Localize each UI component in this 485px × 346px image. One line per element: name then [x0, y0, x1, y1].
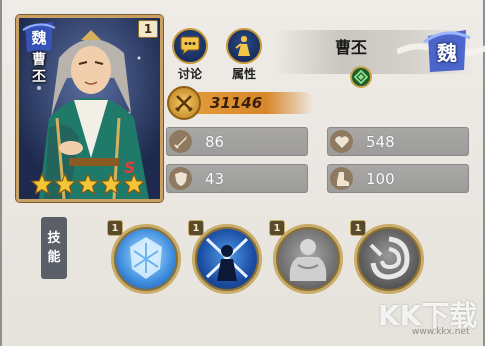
faction-badge-large: 魏 [422, 26, 472, 76]
hero-card[interactable]: S 魏 1 曹丕 [16, 15, 163, 202]
site-watermark-url: www.kkx.net [412, 327, 470, 337]
speed-value: 100 [366, 170, 395, 188]
skill-level-badge: 1 [350, 220, 366, 236]
sword-icon [169, 130, 192, 153]
whirl-claw-skill-icon [369, 236, 410, 280]
discuss-label: 讨论 [177, 67, 202, 81]
skill-level-badge: 1 [269, 220, 285, 236]
skill-slot-3[interactable]: 1 [269, 220, 345, 296]
skill-level-badge: 1 [107, 220, 123, 236]
boot-icon [330, 167, 353, 190]
stat-defense: 43 [166, 164, 308, 193]
hero-detail-panel: S 魏 1 曹丕 讨论 属性 曹丕 魏 31146 86 548 43 100 … [0, 0, 485, 346]
hp-value: 548 [366, 133, 395, 151]
skill-slot-1[interactable]: 1 [107, 220, 183, 296]
discuss-button[interactable]: 讨论 [171, 28, 209, 82]
faction-text: 魏 [31, 28, 47, 47]
attack-value: 86 [205, 133, 225, 151]
stat-attack: 86 [166, 127, 308, 156]
skills-label-char: 能 [47, 250, 61, 265]
defense-value: 43 [205, 170, 225, 188]
shield-icon [169, 167, 192, 190]
card-hero-name: 曹丕 [32, 52, 46, 85]
star-icon [31, 173, 53, 195]
card-level-badge: 1 [138, 20, 158, 38]
star-icon [100, 173, 122, 195]
skills-section-label: 技 能 [41, 217, 67, 279]
crossed-swords-icon [167, 86, 201, 120]
hero-name: 曹丕 [335, 38, 368, 57]
ice-shield-skill-icon [130, 237, 162, 279]
star-icon [123, 173, 145, 195]
stat-hp: 548 [327, 127, 469, 156]
skills-label-char: 技 [47, 231, 61, 246]
figure-attributes-icon [226, 28, 262, 64]
chat-bubble-icon [172, 28, 208, 64]
star-icon [54, 173, 76, 195]
crossed-swords-warrior-skill-icon [205, 237, 249, 281]
stat-speed: 100 [327, 164, 469, 193]
faction-large-text: 魏 [437, 40, 457, 65]
star-rating [31, 173, 145, 195]
heart-icon [330, 130, 353, 153]
faction-badge-wei: 魏 [21, 20, 57, 54]
skill-level-badge: 1 [188, 220, 204, 236]
clan-emblem-icon [350, 66, 372, 88]
skill-slot-2[interactable]: 1 [188, 220, 264, 296]
attributes-button[interactable]: 属性 [225, 28, 263, 82]
muscle-man-skill-icon [289, 239, 327, 281]
skill-slot-4[interactable]: 1 [350, 220, 426, 296]
combat-power-value: 31146 [210, 94, 263, 112]
star-icon [77, 173, 99, 195]
attributes-label: 属性 [231, 67, 256, 81]
